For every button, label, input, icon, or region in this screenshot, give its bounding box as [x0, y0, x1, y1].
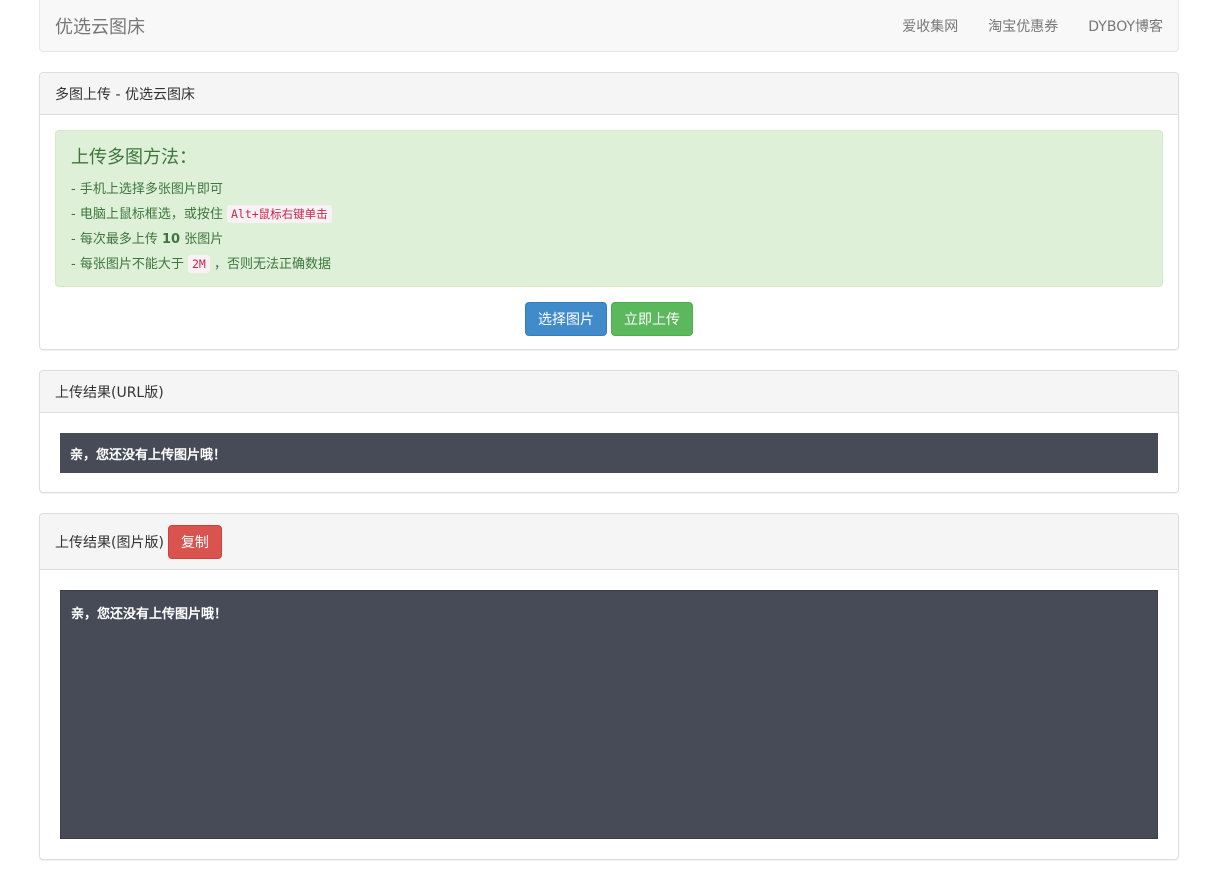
instruction-text: ，否则无法正确数据 [209, 257, 331, 272]
instruction-text: 张图片 [180, 232, 224, 247]
image-result-panel: 上传结果(图片版) 复制 亲，您还没有上传图片哦！ [39, 513, 1179, 860]
upload-panel-body: 上传多图方法： - 手机上选择多张图片即可 - 电脑上鼠标框选，或按住 Alt+… [40, 115, 1178, 349]
nav-link-taobao-coupon[interactable]: 淘宝优惠券 [988, 16, 1058, 36]
select-images-button[interactable]: 选择图片 [525, 302, 607, 336]
instruction-line-mobile: - 手机上选择多张图片即可 [71, 182, 223, 197]
nav-link-aishouji[interactable]: 爱收集网 [902, 16, 958, 36]
url-result-box[interactable]: 亲，您还没有上传图片哦！ [60, 433, 1158, 473]
nav-links: 爱收集网 淘宝优惠券 DYBOY博客 [902, 16, 1163, 36]
brand-title[interactable]: 优选云图床 [55, 13, 145, 39]
instruction-text: - 每张图片不能大于 [71, 257, 188, 272]
instructions-title: 上传多图方法： [71, 147, 197, 168]
instruction-line-limit: - 每次最多上传 10 张图片 [71, 227, 1147, 252]
image-result-title: 上传结果(图片版) [55, 534, 164, 551]
instruction-text: - 每次最多上传 [71, 232, 162, 247]
copy-button[interactable]: 复制 [167, 524, 222, 559]
nav-link-dyboy-blog[interactable]: DYBOY博客 [1088, 16, 1163, 36]
max-count: 10 [161, 232, 181, 247]
shortcut-code: Alt+鼠标右键单击 [226, 205, 332, 223]
instruction-line-desktop: - 电脑上鼠标框选，或按住 Alt+鼠标右键单击 [71, 202, 1147, 227]
instruction-line-size: - 每张图片不能大于 2M ，否则无法正确数据 [71, 252, 1147, 277]
upload-panel: 多图上传 - 优选云图床 上传多图方法： - 手机上选择多张图片即可 - 电脑上… [39, 72, 1179, 350]
navbar: 优选云图床 爱收集网 淘宝优惠券 DYBOY博客 [39, 0, 1179, 52]
image-result-heading: 上传结果(图片版) 复制 [40, 514, 1178, 570]
url-result-body: 亲，您还没有上传图片哦！ [40, 413, 1178, 492]
size-limit-code: 2M [187, 255, 210, 273]
image-result-body: 亲，您还没有上传图片哦！ [40, 570, 1178, 859]
upload-panel-heading: 多图上传 - 优选云图床 [40, 73, 1178, 115]
url-result-panel: 上传结果(URL版) 亲，您还没有上传图片哦！ [39, 370, 1179, 493]
upload-button-row: 选择图片 立即上传 [55, 302, 1163, 336]
upload-instructions-alert: 上传多图方法： - 手机上选择多张图片即可 - 电脑上鼠标框选，或按住 Alt+… [55, 130, 1163, 287]
url-result-heading: 上传结果(URL版) [40, 371, 1178, 413]
instruction-text: - 电脑上鼠标框选，或按住 [71, 207, 227, 222]
image-result-box[interactable]: 亲，您还没有上传图片哦！ [60, 590, 1158, 839]
upload-now-button[interactable]: 立即上传 [611, 302, 693, 336]
